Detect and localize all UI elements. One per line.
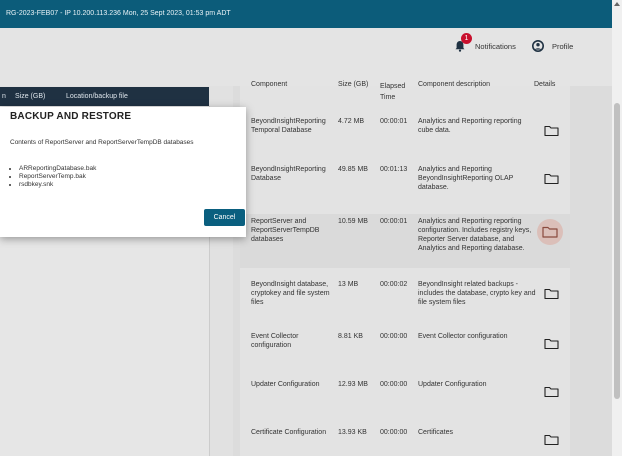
folder-icon[interactable] (544, 433, 559, 446)
component-description: Updater Configuration (418, 381, 487, 388)
components-table: Component Size (GB) Elapsed Time Compone… (240, 81, 570, 456)
list-item: ReportServerTemp.bak (19, 173, 96, 181)
column-header-size: Size (GB) (338, 81, 369, 88)
elapsed-time: 00:00:00 (380, 429, 408, 436)
column-header-size: Size (GB) (15, 93, 46, 100)
list-item: rsdbkey.snk (19, 181, 96, 189)
cancel-button[interactable]: Cancel (204, 209, 245, 226)
elapsed-time: 00:00:01 (380, 118, 408, 125)
scroll-up-arrow-icon[interactable] (614, 2, 620, 6)
folder-icon[interactable] (544, 287, 559, 300)
notifications-button[interactable]: 1 Notifications (454, 33, 524, 56)
elapsed-time: 00:00:00 (380, 381, 408, 388)
elapsed-time: 00:01:13 (380, 166, 408, 173)
component-name: BeyondInsight database, cryptokey and fi… (251, 281, 330, 306)
folder-icon[interactable] (537, 219, 563, 245)
column-header-elapsed-time: Elapsed Time (380, 83, 406, 101)
environment-info: RG-2023-FEB07 - IP 10.200.113.236 Mon, 2… (6, 10, 231, 17)
column-header-details: Details (534, 81, 556, 88)
profile-label: Profile (552, 41, 574, 51)
folder-icon[interactable] (544, 385, 559, 398)
bell-icon: 1 (454, 33, 472, 52)
component-size: 13 MB (338, 281, 359, 288)
component-description: Analytics and Reporting reporting config… (418, 218, 532, 252)
folder-icon[interactable] (544, 172, 559, 185)
component-size: 10.59 MB (338, 218, 368, 225)
column-header-description: Component description (418, 81, 490, 88)
table-row: Event Collector configuration 8.81 KB 00… (240, 332, 570, 362)
component-size: 4.72 MB (338, 118, 365, 125)
user-icon (532, 40, 544, 52)
elapsed-time: 00:00:02 (380, 281, 408, 288)
column-header-location: Location/backup file (66, 93, 128, 100)
backup-restore-dialog: BACKUP AND RESTORE Contents of ReportSer… (0, 107, 246, 237)
notification-count-badge: 1 (461, 33, 472, 44)
elapsed-time: 00:00:01 (380, 218, 408, 225)
component-name: BeyondInsightReporting Temporal Database (251, 118, 326, 134)
dialog-title: BACKUP AND RESTORE (10, 111, 132, 122)
folder-icon[interactable] (544, 124, 559, 137)
table-row: Certificate Configuration 13.93 KB 00:00… (240, 428, 570, 456)
component-name: Updater Configuration (251, 381, 320, 388)
component-name: Certificate Configuration (251, 429, 327, 436)
component-size: 12.93 MB (338, 381, 368, 388)
component-description: Event Collector configuration (418, 333, 508, 340)
component-name: Event Collector configuration (251, 333, 299, 349)
dialog-description: Contents of ReportServer and ReportServe… (10, 139, 194, 146)
component-name: BeyondInsightReporting Database (251, 166, 326, 182)
list-item: ARReportingDatabase.bak (19, 165, 96, 173)
top-status-bar: RG-2023-FEB07 - IP 10.200.113.236 Mon, 2… (0, 0, 612, 28)
backup-file-list: ARReportingDatabase.bak ReportServerTemp… (10, 165, 96, 189)
column-header-name: n (2, 93, 6, 100)
component-description: Certificates (418, 429, 454, 436)
scrollbar-thumb[interactable] (614, 103, 620, 399)
folder-icon[interactable] (544, 337, 559, 350)
component-description: Analytics and Reporting BeyondInsightRep… (418, 166, 514, 191)
page-scrollbar[interactable] (612, 0, 622, 456)
table-row: Updater Configuration 12.93 MB 00:00:00 … (240, 380, 570, 410)
component-description: BeyondInsight related backups - includes… (418, 281, 536, 306)
table-row: BeyondInsightReporting Database 49.85 MB… (240, 165, 570, 205)
component-name: ReportServer and ReportServerTempDB data… (251, 218, 320, 243)
table-row: BeyondInsightReporting Temporal Database… (240, 117, 570, 157)
notifications-label: Notifications (475, 41, 516, 51)
component-size: 13.93 KB (338, 429, 367, 436)
column-header-component: Component (251, 81, 288, 88)
elapsed-time: 00:00:00 (380, 333, 408, 340)
component-description: Analytics and Reporting reporting cube d… (418, 118, 522, 134)
component-size: 49.85 MB (338, 166, 368, 173)
backup-table-header: n Size (GB) Location/backup file (0, 87, 209, 106)
component-size: 8.81 KB (338, 333, 363, 340)
table-row: BeyondInsight database, cryptokey and fi… (240, 280, 570, 324)
table-row: ReportServer and ReportServerTempDB data… (240, 214, 570, 268)
profile-button[interactable]: Profile (532, 36, 573, 56)
components-table-header: Component Size (GB) Elapsed Time Compone… (240, 81, 570, 104)
